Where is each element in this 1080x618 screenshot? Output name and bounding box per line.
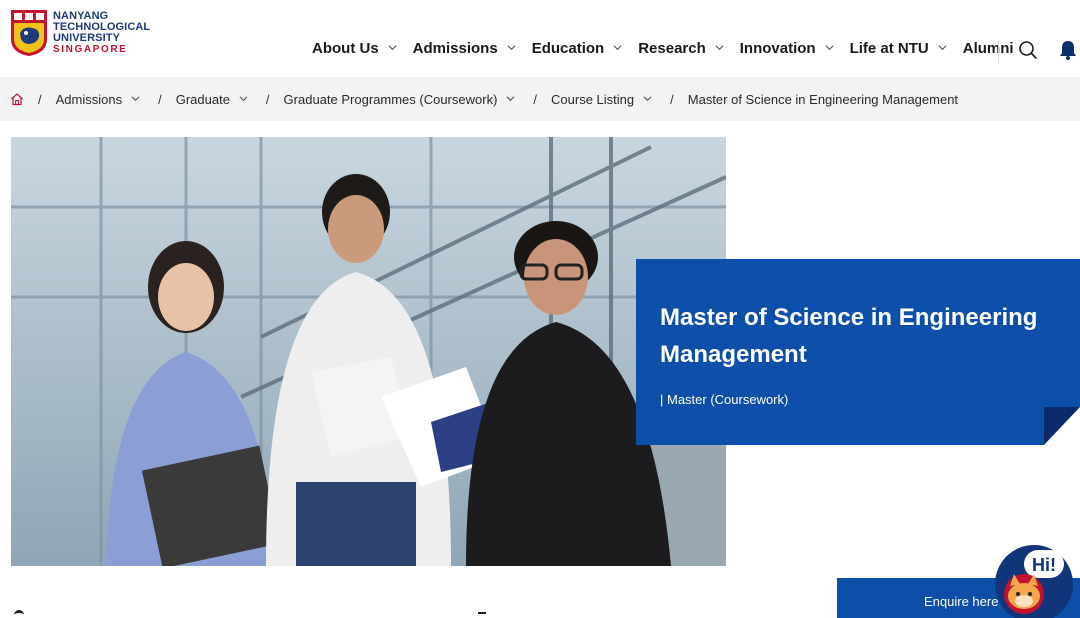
programme-type: | Master (Coursework) [660,392,789,407]
chevron-down-icon [507,44,516,50]
chevron-down-icon [715,44,724,50]
breadcrumb-item-graduate[interactable]: Graduate [176,92,248,107]
ntu-crest-icon [11,10,47,56]
nav-divider [998,40,999,62]
breadcrumb-label: Admissions [55,91,123,107]
hero-photo [11,137,726,566]
breadcrumb-item-course-listing[interactable]: Course Listing [551,92,652,107]
logo-line-4: SINGAPORE [53,44,128,55]
programme-title-card: Master of Science in Engineering Managem… [636,259,1080,445]
logo-line-3: UNIVERSITY [53,32,121,44]
breadcrumb-label: Course Listing [551,91,635,107]
nav-item-label: About Us [312,40,379,57]
breadcrumb-separator: / [533,91,538,107]
nav-item-education[interactable]: Education [532,40,623,57]
breadcrumb-current: Master of Science in Engineering Managem… [687,91,959,107]
chevron-down-icon [388,44,397,50]
bell-icon[interactable] [1059,40,1077,60]
chevron-down-icon [239,95,248,101]
ntu-logo[interactable]: NANYANG TECHNOLOGICAL UNIVERSITY SINGAPO… [10,9,150,59]
enquire-label: Enquire here [924,594,999,609]
nav-item-label: Research [638,40,706,57]
section-heading-partial [14,610,24,618]
hero-image [11,137,726,566]
chevron-down-icon [825,44,834,50]
nav-item-innovation[interactable]: Innovation [740,40,834,57]
nav-item-alumni[interactable]: Alumni [963,40,1014,57]
logo-wordmark: NANYANG TECHNOLOGICAL UNIVERSITY SINGAPO… [53,11,150,56]
breadcrumb-separator: / [670,91,674,107]
chat-assistant-icon[interactable]: Hi! [994,544,1076,618]
nav-item-label: Innovation [739,40,816,57]
chevron-down-icon [613,44,622,50]
section-text-partial [478,612,486,618]
breadcrumb-separator: / [265,91,270,107]
breadcrumb-label: Graduate [175,91,230,107]
breadcrumb: / Admissions / Graduate / Graduate Progr… [0,77,1080,121]
nav-item-about-us[interactable]: About Us [312,40,397,57]
main-nav: About Us Admissions Education Research I… [312,40,1030,57]
nav-item-research[interactable]: Research [638,40,724,57]
nav-item-admissions[interactable]: Admissions [413,40,516,57]
breadcrumb-label: Graduate Programmes (Coursework) [283,91,498,107]
corner-fold-decoration [1044,407,1080,445]
nav-item-label: Admissions [412,40,498,57]
nav-item-life-at-ntu[interactable]: Life at NTU [850,40,947,57]
breadcrumb-separator: / [158,91,162,107]
chevron-down-icon [506,95,515,101]
site-header: NANYANG TECHNOLOGICAL UNIVERSITY SINGAPO… [0,0,1080,77]
programme-title: Master of Science in Engineering Managem… [660,304,1038,368]
chevron-down-icon [131,95,140,101]
chat-bubble-text: Hi! [1032,555,1056,575]
nav-item-label: Alumni [962,40,1014,57]
nav-item-label: Education [531,40,605,57]
breadcrumb-item-graduate-programmes[interactable]: Graduate Programmes (Coursework) [284,92,516,107]
search-icon[interactable] [1018,40,1038,60]
chevron-down-icon [938,44,947,50]
breadcrumb-separator: / [38,91,42,107]
chevron-down-icon [643,95,652,101]
home-icon[interactable] [10,92,24,106]
nav-item-label: Life at NTU [849,40,929,57]
breadcrumb-item-admissions[interactable]: Admissions [56,92,140,107]
